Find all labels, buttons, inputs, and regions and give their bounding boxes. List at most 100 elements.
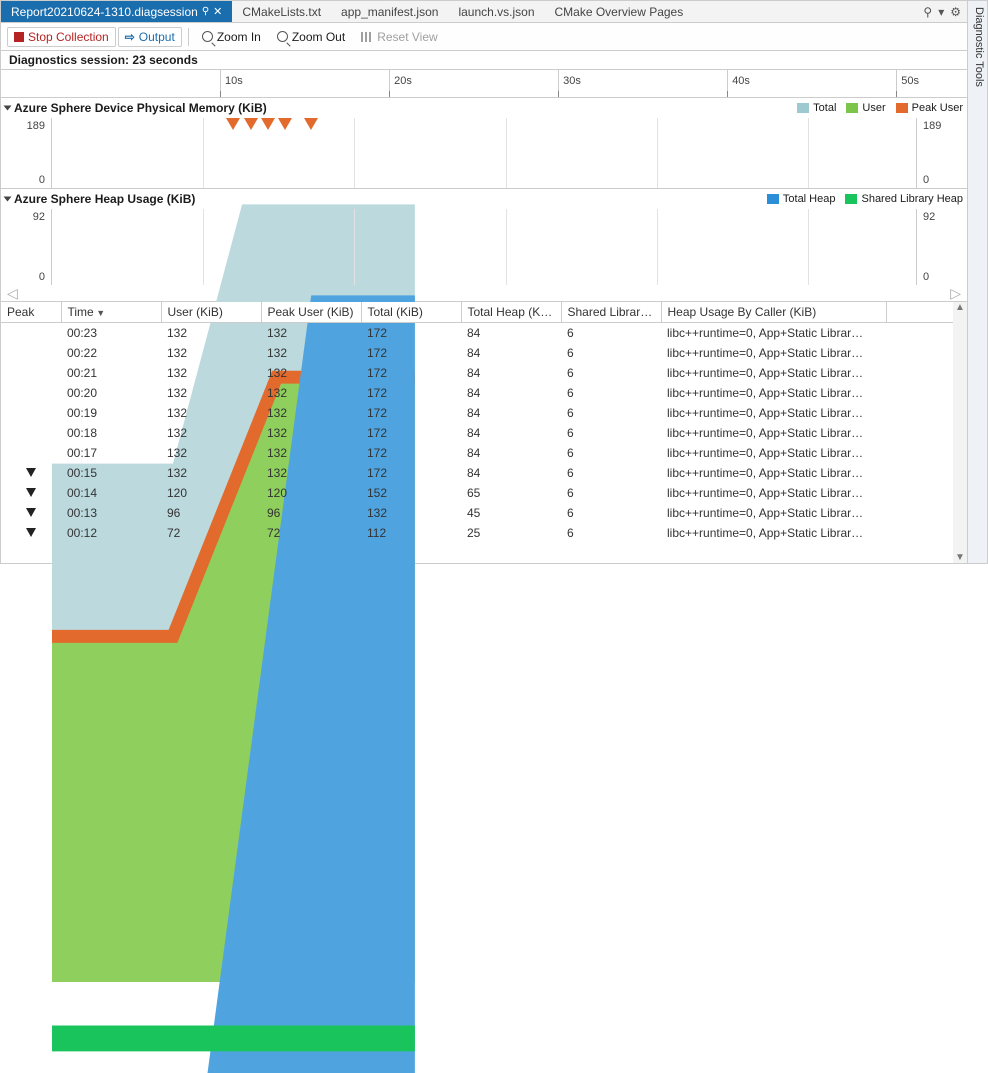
table-cell: 132 bbox=[261, 423, 361, 443]
zoom-in-button[interactable]: Zoom In bbox=[195, 27, 268, 47]
event-marker-icon[interactable] bbox=[261, 118, 275, 130]
table-cell: 00:14 bbox=[61, 483, 161, 503]
collapse-icon[interactable] bbox=[4, 197, 12, 202]
gear-icon[interactable]: ⚙ bbox=[950, 5, 961, 19]
timeline-ruler[interactable]: 10s20s30s40s50s bbox=[1, 70, 967, 98]
table-cell: 84 bbox=[461, 383, 561, 403]
table-row[interactable]: 00:14120120152656libc++runtime=0, App+St… bbox=[1, 483, 967, 503]
table-cell: 00:21 bbox=[61, 363, 161, 383]
output-button[interactable]: ⇨ Output bbox=[118, 27, 182, 47]
table-row[interactable]: 00:21132132172846libc++runtime=0, App+St… bbox=[1, 363, 967, 383]
tab-launch-vs-json[interactable]: launch.vs.json bbox=[448, 1, 544, 22]
table-row[interactable]: 00:19132132172846libc++runtime=0, App+St… bbox=[1, 403, 967, 423]
table-cell: 132 bbox=[261, 403, 361, 423]
table-row[interactable]: 00:139696132456libc++runtime=0, App+Stat… bbox=[1, 503, 967, 523]
table-cell: 84 bbox=[461, 423, 561, 443]
table-cell: 6 bbox=[561, 323, 661, 344]
event-marker-icon[interactable] bbox=[226, 118, 240, 130]
table-cell bbox=[1, 503, 61, 523]
tab-label: launch.vs.json bbox=[458, 5, 534, 19]
scroll-down-icon[interactable]: ▼ bbox=[955, 552, 965, 563]
table-cell: 172 bbox=[361, 443, 461, 463]
event-marker-icon[interactable] bbox=[278, 118, 292, 130]
nav-right-icon[interactable]: ▷ bbox=[950, 285, 961, 301]
table-cell: 172 bbox=[361, 323, 461, 344]
column-header[interactable]: Peak User (KiB) bbox=[261, 302, 361, 323]
table-cell: 84 bbox=[461, 443, 561, 463]
y-max: 92 bbox=[923, 211, 935, 223]
column-header[interactable]: Total Heap (KiB) bbox=[461, 302, 561, 323]
table-cell: 6 bbox=[561, 443, 661, 463]
table-row[interactable]: 00:18132132172846libc++runtime=0, App+St… bbox=[1, 423, 967, 443]
table-row[interactable]: 00:23132132172846libc++runtime=0, App+St… bbox=[1, 323, 967, 344]
tab-active-diagsession[interactable]: Report20210624-1310.diagsession ⚲ ✕ bbox=[1, 1, 232, 22]
tab-app-manifest[interactable]: app_manifest.json bbox=[331, 1, 448, 22]
table-cell: 84 bbox=[461, 363, 561, 383]
column-header[interactable]: Peak bbox=[1, 302, 61, 323]
table-cell: 96 bbox=[161, 503, 261, 523]
column-header[interactable]: Total (KiB) bbox=[361, 302, 461, 323]
tab-label: app_manifest.json bbox=[341, 5, 438, 19]
collapse-icon[interactable] bbox=[4, 106, 12, 111]
nav-left-icon[interactable]: ◁ bbox=[7, 285, 18, 301]
table-row[interactable]: 00:22132132172846libc++runtime=0, App+St… bbox=[1, 343, 967, 363]
chart-plot-area[interactable] bbox=[51, 118, 917, 188]
scroll-up-icon[interactable]: ▲ bbox=[955, 302, 965, 313]
table-cell: libc++runtime=0, App+Static Librar… bbox=[661, 483, 887, 503]
legend-label: Peak User bbox=[912, 102, 963, 114]
table-cell bbox=[1, 383, 61, 403]
table-cell: 172 bbox=[361, 423, 461, 443]
table-cell: 6 bbox=[561, 463, 661, 483]
table-cell: 132 bbox=[161, 363, 261, 383]
column-header[interactable]: Heap Usage By Caller (KiB) bbox=[661, 302, 887, 323]
pin-icon[interactable]: ⚲ bbox=[202, 6, 209, 17]
y-max: 189 bbox=[923, 120, 941, 132]
tab-cmake-overview[interactable]: CMake Overview Pages bbox=[545, 1, 694, 22]
table-cell: 6 bbox=[561, 483, 661, 503]
table-cell: 132 bbox=[261, 363, 361, 383]
diagnostic-tools-sidetab[interactable]: Diagnostic Tools bbox=[967, 1, 987, 563]
event-marker-icon[interactable] bbox=[304, 118, 318, 130]
stop-collection-button[interactable]: Stop Collection bbox=[7, 27, 116, 47]
table-row[interactable]: 00:15132132172846libc++runtime=0, App+St… bbox=[1, 463, 967, 483]
column-header[interactable]: Time ▼ bbox=[61, 302, 161, 323]
vertical-scrollbar[interactable]: ▲ ▼ bbox=[953, 302, 967, 563]
table-cell: 132 bbox=[261, 463, 361, 483]
table-row[interactable]: 00:20132132172846libc++runtime=0, App+St… bbox=[1, 383, 967, 403]
table-cell: 45 bbox=[461, 503, 561, 523]
chart-plot-area[interactable] bbox=[51, 209, 917, 285]
table-cell: 84 bbox=[461, 403, 561, 423]
peak-marker-icon bbox=[26, 488, 36, 497]
ruler-tick: 20s bbox=[389, 70, 412, 97]
table-cell: 96 bbox=[261, 503, 361, 523]
table-cell: 25 bbox=[461, 523, 561, 543]
ruler-tick: 50s bbox=[896, 70, 919, 97]
pin-toggle-icon[interactable]: ⚲ bbox=[923, 5, 932, 19]
zoom-out-button[interactable]: Zoom Out bbox=[270, 27, 352, 47]
table-cell: 132 bbox=[161, 463, 261, 483]
chart-title-text: Azure Sphere Device Physical Memory (KiB… bbox=[14, 101, 267, 115]
zoom-out-icon bbox=[277, 31, 288, 42]
column-header[interactable]: Shared Library… bbox=[561, 302, 661, 323]
table-cell: 6 bbox=[561, 363, 661, 383]
y-axis-right: 92 0 bbox=[917, 209, 967, 285]
close-icon[interactable]: ✕ bbox=[213, 5, 222, 18]
table-cell: 00:19 bbox=[61, 403, 161, 423]
chart-header[interactable]: Azure Sphere Device Physical Memory (KiB… bbox=[1, 98, 967, 118]
legend-label: User bbox=[862, 102, 885, 114]
event-marker-icon[interactable] bbox=[244, 118, 258, 130]
reset-view-button[interactable]: Reset View bbox=[354, 27, 444, 47]
table-cell: 132 bbox=[261, 383, 361, 403]
table-cell: 84 bbox=[461, 323, 561, 344]
dropdown-icon[interactable]: ▾ bbox=[938, 5, 944, 19]
samples-table-container: PeakTime ▼User (KiB)Peak User (KiB)Total… bbox=[1, 302, 967, 563]
table-row[interactable]: 00:127272112256libc++runtime=0, App+Stat… bbox=[1, 523, 967, 543]
table-row[interactable]: 00:17132132172846libc++runtime=0, App+St… bbox=[1, 443, 967, 463]
column-header[interactable]: User (KiB) bbox=[161, 302, 261, 323]
table-cell: 172 bbox=[361, 463, 461, 483]
tab-cmakelists[interactable]: CMakeLists.txt bbox=[232, 1, 331, 22]
ruler-tick: 10s bbox=[220, 70, 243, 97]
document-tabbar: Report20210624-1310.diagsession ⚲ ✕ CMak… bbox=[1, 1, 967, 23]
table-cell: 00:12 bbox=[61, 523, 161, 543]
table-cell bbox=[1, 483, 61, 503]
